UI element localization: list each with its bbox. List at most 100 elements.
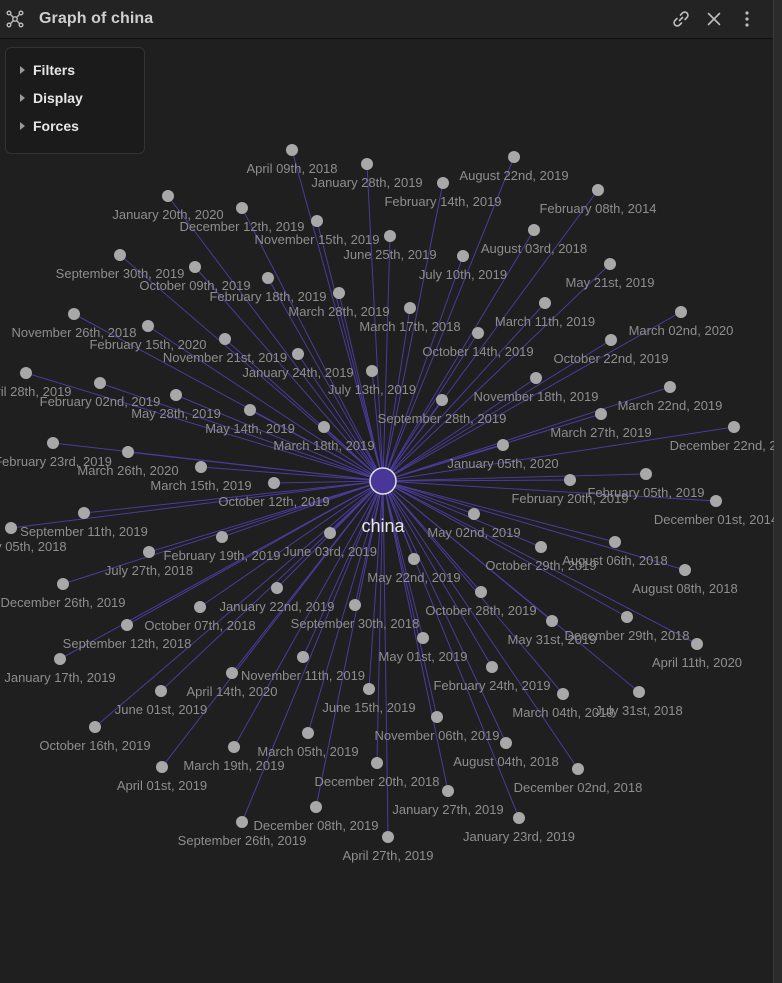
graph-node[interactable]: [68, 308, 80, 320]
graph-node-label: March 15th, 2019: [150, 478, 251, 493]
graph-node[interactable]: [546, 615, 558, 627]
graph-node[interactable]: [228, 741, 240, 753]
graph-node[interactable]: [162, 190, 174, 202]
graph-node[interactable]: [486, 661, 498, 673]
graph-node[interactable]: [54, 653, 66, 665]
graph-node[interactable]: [384, 230, 396, 242]
close-icon[interactable]: [704, 9, 724, 29]
pane-edge: [773, 0, 782, 983]
graph-node[interactable]: [604, 258, 616, 270]
graph-node[interactable]: [216, 531, 228, 543]
graph-node[interactable]: [691, 638, 703, 650]
graph-node[interactable]: [513, 812, 525, 824]
graph-node-label: October 14th, 2019: [422, 344, 533, 359]
graph-node[interactable]: [302, 727, 314, 739]
graph-node[interactable]: [408, 553, 420, 565]
graph-node[interactable]: [268, 477, 280, 489]
graph-node[interactable]: [728, 421, 740, 433]
center-node[interactable]: [369, 467, 397, 495]
graph-node[interactable]: [366, 365, 378, 377]
graph-node[interactable]: [508, 151, 520, 163]
more-options-icon[interactable]: [737, 9, 757, 29]
graph-node[interactable]: [530, 372, 542, 384]
graph-node[interactable]: [195, 461, 207, 473]
graph-node[interactable]: [472, 327, 484, 339]
graph-view-header: Graph of china: [0, 0, 774, 39]
graph-node[interactable]: [528, 224, 540, 236]
graph-node[interactable]: [497, 439, 509, 451]
graph-node[interactable]: [539, 297, 551, 309]
graph-node[interactable]: [94, 377, 106, 389]
graph-node[interactable]: [605, 334, 617, 346]
graph-node[interactable]: [633, 686, 645, 698]
graph-node[interactable]: [5, 522, 17, 534]
graph-node[interactable]: [371, 757, 383, 769]
graph-canvas[interactable]: April 09th, 2018January 28th, 2019 August…: [0, 40, 774, 983]
graph-node[interactable]: [349, 599, 361, 611]
graph-icon[interactable]: [5, 9, 25, 29]
graph-node[interactable]: [324, 527, 336, 539]
graph-node[interactable]: [142, 320, 154, 332]
graph-node[interactable]: [457, 250, 469, 262]
graph-node[interactable]: [318, 421, 330, 433]
graph-node[interactable]: [78, 507, 90, 519]
graph-node[interactable]: [621, 611, 633, 623]
graph-node[interactable]: [475, 586, 487, 598]
graph-node[interactable]: [47, 437, 59, 449]
graph-node[interactable]: [363, 683, 375, 695]
graph-node[interactable]: [286, 144, 298, 156]
graph-node[interactable]: [121, 619, 133, 631]
graph-node[interactable]: [262, 272, 274, 284]
graph-node-label: May 22nd, 2019: [367, 570, 460, 585]
graph-node[interactable]: [595, 408, 607, 420]
graph-node[interactable]: [436, 394, 448, 406]
graph-node[interactable]: [404, 302, 416, 314]
graph-node[interactable]: [194, 601, 206, 613]
graph-node[interactable]: [114, 249, 126, 261]
graph-node[interactable]: [710, 495, 722, 507]
graph-node[interactable]: [609, 536, 621, 548]
graph-node[interactable]: [442, 785, 454, 797]
graph-node[interactable]: [189, 261, 201, 273]
graph-node[interactable]: [57, 578, 69, 590]
graph-node[interactable]: [292, 348, 304, 360]
graph-node[interactable]: [310, 801, 322, 813]
graph-node[interactable]: [592, 184, 604, 196]
graph-node-label: September 11th, 2019: [20, 524, 148, 539]
graph-node[interactable]: [156, 761, 168, 773]
graph-node[interactable]: [437, 177, 449, 189]
graph-node[interactable]: [382, 831, 394, 843]
graph-node[interactable]: [640, 468, 652, 480]
graph-node[interactable]: [675, 306, 687, 318]
graph-node[interactable]: [219, 333, 231, 345]
graph-node[interactable]: [244, 404, 256, 416]
graph-node[interactable]: [20, 367, 32, 379]
graph-node[interactable]: [236, 816, 248, 828]
graph-node[interactable]: [361, 158, 373, 170]
link-icon[interactable]: [671, 9, 691, 29]
graph-node[interactable]: [226, 667, 238, 679]
graph-node[interactable]: [572, 763, 584, 775]
graph-node[interactable]: [311, 215, 323, 227]
graph-node[interactable]: [155, 685, 167, 697]
graph-node[interactable]: [89, 721, 101, 733]
graph-node[interactable]: [297, 651, 309, 663]
graph-node[interactable]: [236, 202, 248, 214]
graph-node-label: July 27th, 2018: [105, 563, 193, 578]
graph-node[interactable]: [664, 381, 676, 393]
graph-node[interactable]: [170, 389, 182, 401]
graph-node[interactable]: [679, 564, 691, 576]
graph-node[interactable]: [557, 688, 569, 700]
graph-node[interactable]: [271, 582, 283, 594]
graph-node[interactable]: [143, 546, 155, 558]
graph-node[interactable]: [417, 632, 429, 644]
graph-node[interactable]: [122, 446, 134, 458]
graph-node[interactable]: [564, 474, 576, 486]
page-title: Graph of china: [39, 10, 154, 27]
graph-node-label: February 24th, 2019: [433, 678, 550, 693]
graph-node[interactable]: [431, 711, 443, 723]
graph-node[interactable]: [500, 737, 512, 749]
graph-node[interactable]: [333, 287, 345, 299]
graph-node[interactable]: [468, 508, 480, 520]
graph-node[interactable]: [535, 541, 547, 553]
